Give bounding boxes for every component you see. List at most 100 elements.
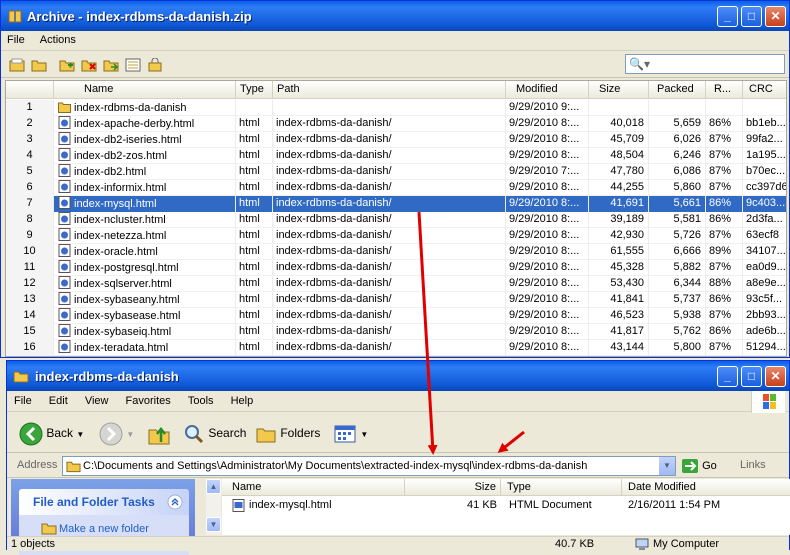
forward-button[interactable]: ▼ xyxy=(99,419,134,447)
file-path: index-rdbms-da-danish/ xyxy=(273,276,506,292)
search-icon xyxy=(185,424,204,443)
delete-files-icon[interactable] xyxy=(81,58,97,72)
file-modified: 9/29/2010 8:... xyxy=(506,308,589,324)
menu-help[interactable]: Help xyxy=(224,391,261,411)
search-button[interactable]: Search xyxy=(183,419,246,447)
file-size: 41,841 xyxy=(589,292,649,308)
back-dropdown-icon[interactable]: ▼ xyxy=(76,430,84,439)
row-number: 9 xyxy=(6,228,54,244)
links-label[interactable]: Links xyxy=(740,459,766,471)
new-folder-icon xyxy=(41,523,57,535)
col-modified[interactable]: Modified xyxy=(506,81,589,99)
scroll-down-button[interactable]: ▼ xyxy=(206,517,221,532)
col-size[interactable]: Size xyxy=(589,81,649,99)
file-name: index-sybaseany.html xyxy=(54,292,236,308)
explorer-maximize-button[interactable]: □ xyxy=(741,366,762,387)
file-type: html xyxy=(236,324,273,340)
explorer-file-list[interactable]: Name Size Type Date Modified index-mysql… xyxy=(222,479,790,535)
table-row[interactable]: 12 index-sqlserver.html html index-rdbms-da… xyxy=(6,276,786,292)
properties-icon[interactable] xyxy=(125,58,141,72)
vertical-scrollbar[interactable]: ▲ ▼ xyxy=(206,479,221,535)
col-crc[interactable]: CRC xyxy=(743,81,786,99)
table-row[interactable]: 5 index-db2.html html index-rdbms-da-danish… xyxy=(6,164,786,180)
table-row[interactable]: 16 index-teradata.html html index-rdbms-da-… xyxy=(6,340,786,356)
task-header[interactable]: File and Folder Tasks xyxy=(19,489,189,515)
add-files-icon[interactable] xyxy=(59,58,75,72)
table-row[interactable]: 1 index-rdbms-da-danish 9/29/2010 9:... xyxy=(6,100,786,116)
explorer-close-button[interactable]: ✕ xyxy=(765,366,786,387)
menu-favorites[interactable]: Favorites xyxy=(119,391,178,411)
file-modified: 9/29/2010 8:... xyxy=(506,180,589,196)
make-new-folder-link[interactable]: Make a new folder xyxy=(59,523,149,535)
table-row[interactable]: 7 index-mysql.html html index-rdbms-da-dani… xyxy=(6,196,786,212)
file-ratio: 87% xyxy=(706,308,743,324)
table-row[interactable]: 13 index-sybaseany.html html index-rdbms-da… xyxy=(6,292,786,308)
close-button[interactable]: ✕ xyxy=(765,6,786,27)
col-path[interactable]: Path xyxy=(273,81,506,99)
archive-titlebar[interactable]: Archive - index-rdbms-da-danish.zip _ □ … xyxy=(1,1,789,31)
col-type[interactable]: Type xyxy=(236,81,273,99)
maximize-button[interactable]: □ xyxy=(741,6,762,27)
col-packed[interactable]: Packed xyxy=(649,81,706,99)
col-name[interactable]: Name xyxy=(54,81,236,99)
table-row[interactable]: 3 index-db2-iseries.html html index-rdbms-d… xyxy=(6,132,786,148)
menu-file[interactable]: File xyxy=(1,31,31,49)
collapse-icon[interactable] xyxy=(167,494,183,510)
extract-icon[interactable] xyxy=(103,58,119,72)
search-input[interactable]: 🔍▾ xyxy=(625,54,785,74)
row-number: 4 xyxy=(6,148,54,164)
html-file-icon xyxy=(58,164,71,177)
menu-actions[interactable]: Actions xyxy=(34,31,82,49)
address-dropdown-icon[interactable]: ▼ xyxy=(659,457,675,475)
forward-dropdown-icon[interactable]: ▼ xyxy=(126,430,134,439)
table-row[interactable]: 15 index-sybaseiq.html html index-rdbms-da-… xyxy=(6,324,786,340)
explorer-minimize-button[interactable]: _ xyxy=(717,366,738,387)
table-row[interactable]: 4 index-db2-zos.html html index-rdbms-da-da… xyxy=(6,148,786,164)
table-row[interactable]: 10 index-oracle.html html index-rdbms-da-da… xyxy=(6,244,786,260)
menu-edit[interactable]: Edit xyxy=(42,391,75,411)
menu-file[interactable]: File xyxy=(7,391,39,411)
up-folder-button[interactable] xyxy=(147,419,171,447)
my-computer-icon xyxy=(635,538,649,550)
col-ratio[interactable]: R... xyxy=(706,81,743,99)
folders-button[interactable]: Folders xyxy=(255,419,320,447)
file-ratio: 87% xyxy=(706,180,743,196)
go-button[interactable]: Go xyxy=(681,457,717,475)
open-archive-icon[interactable] xyxy=(9,58,25,72)
file-size: 53,430 xyxy=(589,276,649,292)
table-row[interactable]: 14 index-sybasease.html html index-rdbms-da… xyxy=(6,308,786,324)
scroll-up-button[interactable]: ▲ xyxy=(206,479,221,494)
menu-view[interactable]: View xyxy=(78,391,116,411)
file-size: 41,691 xyxy=(589,196,649,212)
file-row[interactable]: index-mysql.html 41 KB HTML Document 2/1… xyxy=(222,498,790,514)
views-dropdown-icon: ▼ xyxy=(360,430,369,439)
html-file-icon xyxy=(58,116,71,129)
file-name: index-netezza.html xyxy=(54,228,236,244)
archive-file-grid[interactable]: Name Type Path Modified Size Packed R...… xyxy=(5,80,787,357)
table-row[interactable]: 9 index-netezza.html html index-rdbms-da-da… xyxy=(6,228,786,244)
table-row[interactable]: 6 index-informix.html html index-rdbms-da-d… xyxy=(6,180,786,196)
table-row[interactable]: 8 index-ncluster.html html index-rdbms-da-d… xyxy=(6,212,786,228)
col-number[interactable] xyxy=(6,81,54,99)
table-row[interactable]: 2 index-apache-derby.html html index-rdbms-… xyxy=(6,116,786,132)
back-button[interactable]: Back ▼ xyxy=(19,419,84,447)
explorer-titlebar[interactable]: index-rdbms-da-danish _ □ ✕ xyxy=(7,361,789,391)
col-name[interactable]: Name xyxy=(222,479,405,496)
folder-icon xyxy=(66,461,81,473)
col-size[interactable]: Size xyxy=(405,479,501,496)
file-path: index-rdbms-da-danish/ xyxy=(273,132,506,148)
row-number: 15 xyxy=(6,324,54,340)
address-input[interactable]: C:\Documents and Settings\Administrator\… xyxy=(62,456,676,476)
html-file-icon xyxy=(58,244,71,257)
table-row[interactable]: 11 index-postgresql.html html index-rdbms-d… xyxy=(6,260,786,276)
file-name: index-sybaseiq.html xyxy=(54,324,236,340)
open-folder-icon[interactable] xyxy=(31,58,47,72)
col-date-modified[interactable]: Date Modified xyxy=(622,479,790,496)
menu-tools[interactable]: Tools xyxy=(181,391,221,411)
file-ratio: 86% xyxy=(706,292,743,308)
views-button[interactable]: ▼ xyxy=(333,419,368,447)
lock-icon[interactable] xyxy=(147,58,163,72)
col-type[interactable]: Type xyxy=(501,479,622,496)
html-file-icon xyxy=(58,228,71,241)
minimize-button[interactable]: _ xyxy=(717,6,738,27)
